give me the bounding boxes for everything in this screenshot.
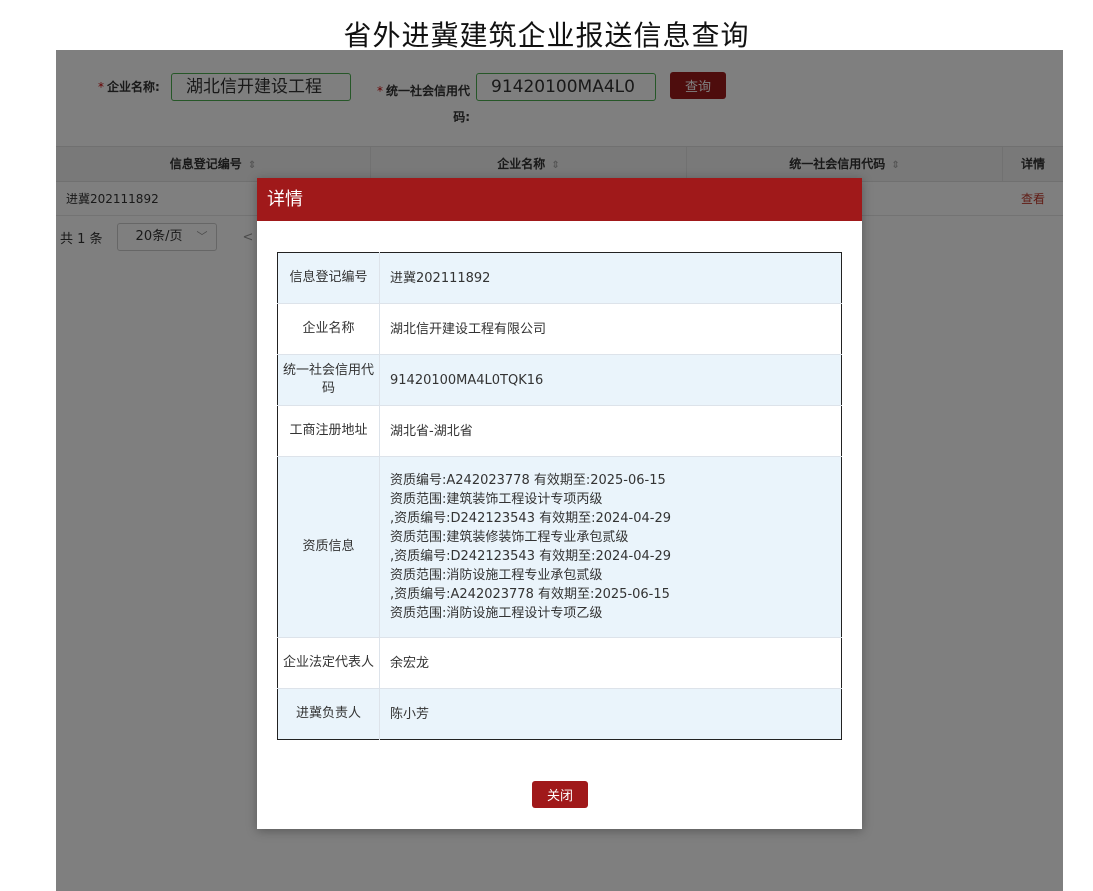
- qualification-line: 资质范围:消防设施工程设计专项乙级: [390, 606, 603, 621]
- modal-title: 详情: [257, 178, 862, 221]
- page-title: 省外进冀建筑企业报送信息查询: [343, 19, 750, 52]
- qualification-line: ,资质编号:A242023778 有效期至:2025-06-15: [390, 587, 670, 602]
- detail-row: 企业名称 湖北信开建设工程有限公司: [277, 303, 842, 355]
- detail-key: 资质信息: [277, 456, 380, 638]
- detail-row: 统一社会信用代码 91420100MA4L0TQK16: [277, 354, 842, 406]
- detail-row: 信息登记编号 进冀202111892: [277, 252, 842, 304]
- detail-modal: 详情 信息登记编号 进冀202111892 企业名称 湖北信开建设工程有限公司 …: [257, 178, 862, 829]
- detail-value: 余宏龙: [379, 637, 842, 689]
- detail-key: 工商注册地址: [277, 405, 380, 457]
- detail-key: 进冀负责人: [277, 688, 380, 740]
- qualification-line: ,资质编号:D242123543 有效期至:2024-04-29: [390, 511, 672, 526]
- detail-key: 统一社会信用代码: [277, 354, 380, 406]
- detail-value: 进冀202111892: [379, 252, 842, 304]
- detail-row: 资质信息 资质编号:A242023778 有效期至:2025-06-15 资质范…: [277, 456, 842, 638]
- qualification-line: ,资质编号:D242123543 有效期至:2024-04-29: [390, 549, 672, 564]
- qualification-info: 资质编号:A242023778 有效期至:2025-06-15 资质范围:建筑装…: [379, 456, 842, 638]
- detail-value: 湖北省-湖北省: [379, 405, 842, 457]
- detail-value: 91420100MA4L0TQK16: [379, 354, 842, 406]
- detail-key: 信息登记编号: [277, 252, 380, 304]
- detail-value: 陈小芳: [379, 688, 842, 740]
- detail-value: 湖北信开建设工程有限公司: [379, 303, 842, 355]
- qualification-line: 资质范围:建筑装饰工程设计专项丙级: [390, 492, 603, 507]
- detail-row: 进冀负责人 陈小芳: [277, 688, 842, 740]
- detail-row: 工商注册地址 湖北省-湖北省: [277, 405, 842, 457]
- detail-row: 企业法定代表人 余宏龙: [277, 637, 842, 689]
- qualification-line: 资质编号:A242023778 有效期至:2025-06-15: [390, 473, 666, 488]
- detail-table: 信息登记编号 进冀202111892 企业名称 湖北信开建设工程有限公司 统一社…: [277, 252, 842, 740]
- qualification-line: 资质范围:建筑装修装饰工程专业承包贰级: [390, 530, 629, 545]
- close-button[interactable]: 关闭: [532, 781, 588, 808]
- detail-key: 企业名称: [277, 303, 380, 355]
- detail-key: 企业法定代表人: [277, 637, 380, 689]
- qualification-line: 资质范围:消防设施工程专业承包贰级: [390, 568, 603, 583]
